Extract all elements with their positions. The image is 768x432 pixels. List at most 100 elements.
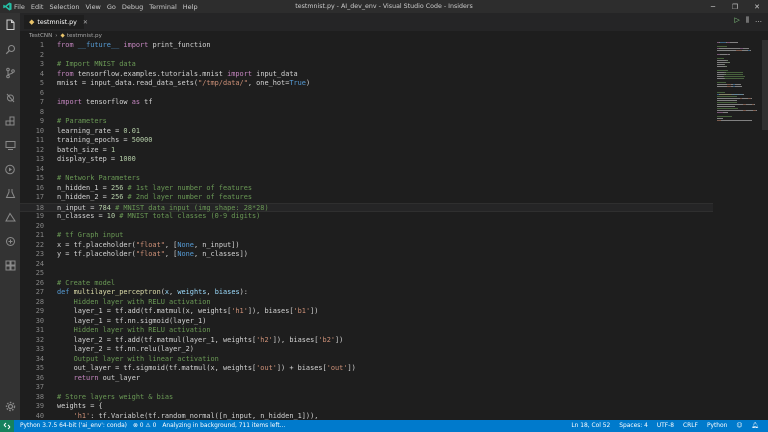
- code-line[interactable]: 5 mnist = input_data.read_data_sets("/tmp…: [20, 79, 713, 89]
- code-line[interactable]: 23 y = tf.placeholder("float", [None, n_c…: [20, 250, 713, 260]
- database-icon[interactable]: [0, 253, 20, 277]
- notifications-icon[interactable]: 🔔︎: [752, 423, 759, 429]
- code-text[interactable]: from tensorflow.examples.tutorials.mnist…: [57, 70, 298, 80]
- menu-item-terminal[interactable]: Terminal: [149, 3, 176, 11]
- code-line[interactable]: 3 # Import MNIST data: [20, 60, 713, 70]
- code-text[interactable]: Hidden layer with RELU activation: [57, 326, 211, 336]
- code-line[interactable]: 37: [20, 383, 713, 393]
- menu-item-selection[interactable]: Selection: [49, 3, 79, 11]
- cursor-position[interactable]: Ln 18, Col 52: [571, 423, 610, 429]
- code-text[interactable]: n_classes = 10 # MNIST total classes (0-…: [57, 212, 260, 222]
- code-text[interactable]: # tf Graph input: [57, 231, 123, 241]
- code-text[interactable]: # Create model: [57, 279, 115, 289]
- code-line[interactable]: 26 # Create model: [20, 279, 713, 289]
- tab-testmnist[interactable]: ◆ testmnist.py ✕: [24, 15, 88, 29]
- line-endings[interactable]: CRLF: [683, 423, 698, 429]
- code-line[interactable]: 21 # tf Graph input: [20, 231, 713, 241]
- code-line[interactable]: 14: [20, 165, 713, 175]
- code-line[interactable]: 18 n_input = 784 # MNIST data input (img …: [20, 202, 713, 212]
- code-line[interactable]: 2: [20, 51, 713, 61]
- indentation[interactable]: Spaces: 4: [619, 423, 648, 429]
- menu-item-debug[interactable]: Debug: [122, 3, 143, 11]
- code-line[interactable]: 12 batch_size = 1: [20, 146, 713, 156]
- code-text[interactable]: out_layer = tf.sigmoid(tf.matmul(x, weig…: [57, 364, 356, 374]
- docker-icon[interactable]: [0, 157, 20, 181]
- language-mode[interactable]: Python: [707, 423, 727, 429]
- code-text[interactable]: Hidden layer with RELU activation: [57, 298, 211, 308]
- code-line[interactable]: 30 layer_1 = tf.nn.sigmoid(layer_1): [20, 317, 713, 327]
- code-line[interactable]: 4 from tensorflow.examples.tutorials.mnis…: [20, 70, 713, 80]
- code-text[interactable]: weights = {: [57, 402, 103, 412]
- code-text[interactable]: # Parameters: [57, 117, 107, 127]
- code-text[interactable]: learning_rate = 0.01: [57, 127, 140, 137]
- source-control-icon[interactable]: [0, 61, 20, 85]
- code-text[interactable]: import tensorflow as tf: [57, 98, 152, 108]
- code-line[interactable]: 17 n_hidden_2 = 256 # 2nd layer number of…: [20, 193, 713, 203]
- remote-icon[interactable]: [0, 133, 20, 157]
- code-line[interactable]: 29 layer_1 = tf.add(tf.matmul(x, weights…: [20, 307, 713, 317]
- code-text[interactable]: layer_1 = tf.nn.sigmoid(layer_1): [57, 317, 207, 327]
- code-line[interactable]: 34 Output layer with linear activation: [20, 355, 713, 365]
- code-text[interactable]: display_step = 1000: [57, 155, 136, 165]
- debug-icon[interactable]: [0, 85, 20, 109]
- menu-item-go[interactable]: Go: [107, 3, 116, 11]
- menu-item-file[interactable]: File: [14, 3, 25, 11]
- maximize-button[interactable]: ❐: [724, 0, 746, 13]
- run-file-button[interactable]: ▷: [734, 16, 739, 25]
- code-line[interactable]: 27 def multilayer_perceptron(x, weights, …: [20, 288, 713, 298]
- code-text[interactable]: n_hidden_1 = 256 # 1st layer number of f…: [57, 184, 252, 194]
- close-window-button[interactable]: ✕: [746, 0, 768, 13]
- python-interpreter[interactable]: Python 3.7.5 64-bit ('ai_env': conda): [20, 423, 127, 429]
- code-text[interactable]: # Store layers weight & bias: [57, 393, 173, 403]
- code-text[interactable]: y = tf.placeholder("float", [None, n_cla…: [57, 250, 248, 260]
- split-editor-button[interactable]: ⫼: [746, 16, 749, 25]
- code-line[interactable]: 13 display_step = 1000: [20, 155, 713, 165]
- live-share-icon[interactable]: [0, 229, 20, 253]
- files-icon[interactable]: [0, 13, 20, 37]
- code-text[interactable]: # Import MNIST data: [57, 60, 136, 70]
- code-text[interactable]: from __future__ import print_function: [57, 41, 211, 51]
- code-text[interactable]: layer_1 = tf.add(tf.matmul(x, weights['h…: [57, 307, 319, 317]
- minimap[interactable]: [713, 40, 768, 420]
- code-line[interactable]: 15 # Network Parameters: [20, 174, 713, 184]
- code-line[interactable]: 20: [20, 222, 713, 232]
- problems-count[interactable]: ⊗ 0 ⚠ 0: [133, 423, 156, 429]
- code-line[interactable]: 28 Hidden layer with RELU activation: [20, 298, 713, 308]
- more-actions-button[interactable]: …: [755, 16, 762, 25]
- search-icon[interactable]: [0, 37, 20, 61]
- menu-item-help[interactable]: Help: [183, 3, 198, 11]
- code-text[interactable]: def multilayer_perceptron(x, weights, bi…: [57, 288, 248, 298]
- code-line[interactable]: 36 return out_layer: [20, 374, 713, 384]
- code-line[interactable]: 16 n_hidden_1 = 256 # 1st layer number of…: [20, 184, 713, 194]
- code-text[interactable]: layer_2 = tf.nn.relu(layer_2): [57, 345, 194, 355]
- code-line[interactable]: 10 learning_rate = 0.01: [20, 127, 713, 137]
- code-line[interactable]: 38 # Store layers weight & bias: [20, 393, 713, 403]
- code-line[interactable]: 24: [20, 260, 713, 270]
- code-line[interactable]: 33 layer_2 = tf.nn.relu(layer_2): [20, 345, 713, 355]
- code-text[interactable]: return out_layer: [57, 374, 140, 384]
- code-line[interactable]: 19 n_classes = 10 # MNIST total classes (…: [20, 212, 713, 222]
- code-text[interactable]: 'h1': tf.Variable(tf.random_normal([n_in…: [57, 412, 319, 421]
- code-line[interactable]: 1 from __future__ import print_function: [20, 41, 713, 51]
- code-line[interactable]: 22 x = tf.placeholder("float", [None, n_i…: [20, 241, 713, 251]
- code-text[interactable]: batch_size = 1: [57, 146, 115, 156]
- code-text[interactable]: training_epochs = 50000: [57, 136, 152, 146]
- code-line[interactable]: 11 training_epochs = 50000: [20, 136, 713, 146]
- code-line[interactable]: 40 'h1': tf.Variable(tf.random_normal([n…: [20, 412, 713, 421]
- feedback-icon[interactable]: ☺: [736, 423, 742, 429]
- extensions-icon[interactable]: [0, 109, 20, 133]
- scrollbar[interactable]: [762, 40, 768, 130]
- code-text[interactable]: n_hidden_2 = 256 # 2nd layer number of f…: [57, 193, 252, 203]
- gear-icon[interactable]: [0, 394, 20, 418]
- code-text[interactable]: mnist = input_data.read_data_sets("/tmp/…: [57, 79, 310, 89]
- minimize-button[interactable]: ─: [702, 0, 724, 13]
- code-line[interactable]: 8: [20, 108, 713, 118]
- code-text[interactable]: x = tf.placeholder("float", [None, n_inp…: [57, 241, 240, 251]
- close-icon[interactable]: ✕: [83, 19, 88, 26]
- test-icon[interactable]: [0, 181, 20, 205]
- code-line[interactable]: 7 import tensorflow as tf: [20, 98, 713, 108]
- code-line[interactable]: 35 out_layer = tf.sigmoid(tf.matmul(x, w…: [20, 364, 713, 374]
- code-line[interactable]: 25: [20, 269, 713, 279]
- code-line[interactable]: 31 Hidden layer with RELU activation: [20, 326, 713, 336]
- code-line[interactable]: 6: [20, 89, 713, 99]
